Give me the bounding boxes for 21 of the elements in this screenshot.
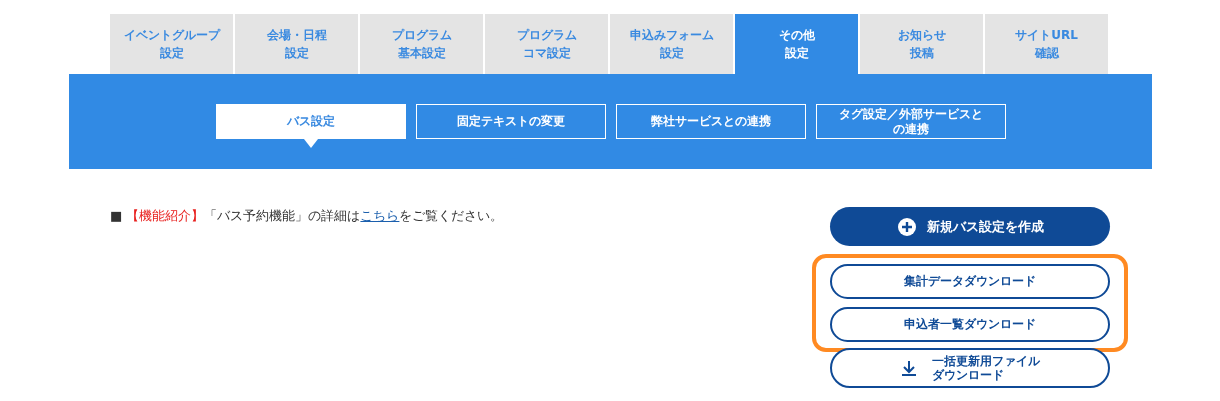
tab[interactable]: 申込みフォーム 設定 [610, 14, 733, 74]
plus-icon [896, 216, 917, 237]
tab-pointer [303, 139, 318, 148]
subtab[interactable]: 固定テキストの変更 [415, 104, 606, 139]
tab[interactable]: プログラム 基本設定 [360, 14, 483, 74]
subtab[interactable]: 弊社サービスとの連携 [615, 104, 806, 139]
download-icon [900, 359, 918, 377]
subtab[interactable]: タグ設定／外部サービスと の連携 [815, 104, 1006, 139]
tab[interactable]: サイトURL 確認 [985, 14, 1108, 74]
bulk-download-button[interactable]: 一括更新用ファイル ダウンロード [830, 348, 1110, 388]
create-button[interactable]: 新規バス設定を作成 [830, 207, 1110, 246]
tab[interactable]: プログラム コマ設定 [485, 14, 608, 74]
tab[interactable]: イベントグループ 設定 [110, 14, 233, 74]
tab[interactable]: お知らせ 投稿 [860, 14, 983, 74]
download-button[interactable]: 集計データダウンロード [830, 264, 1110, 299]
link[interactable]: こちら [360, 208, 400, 223]
notice-text: ■ 【機能紹介】「バス予約機能」の詳細はこちら をご覧ください。 [110, 207, 504, 225]
tab[interactable]: その他 設定 [735, 14, 858, 74]
tab[interactable]: 会場・日程 設定 [235, 14, 358, 74]
download-button[interactable]: 申込者一覧ダウンロード [830, 307, 1110, 342]
subtab[interactable]: バス設定 [215, 104, 406, 139]
